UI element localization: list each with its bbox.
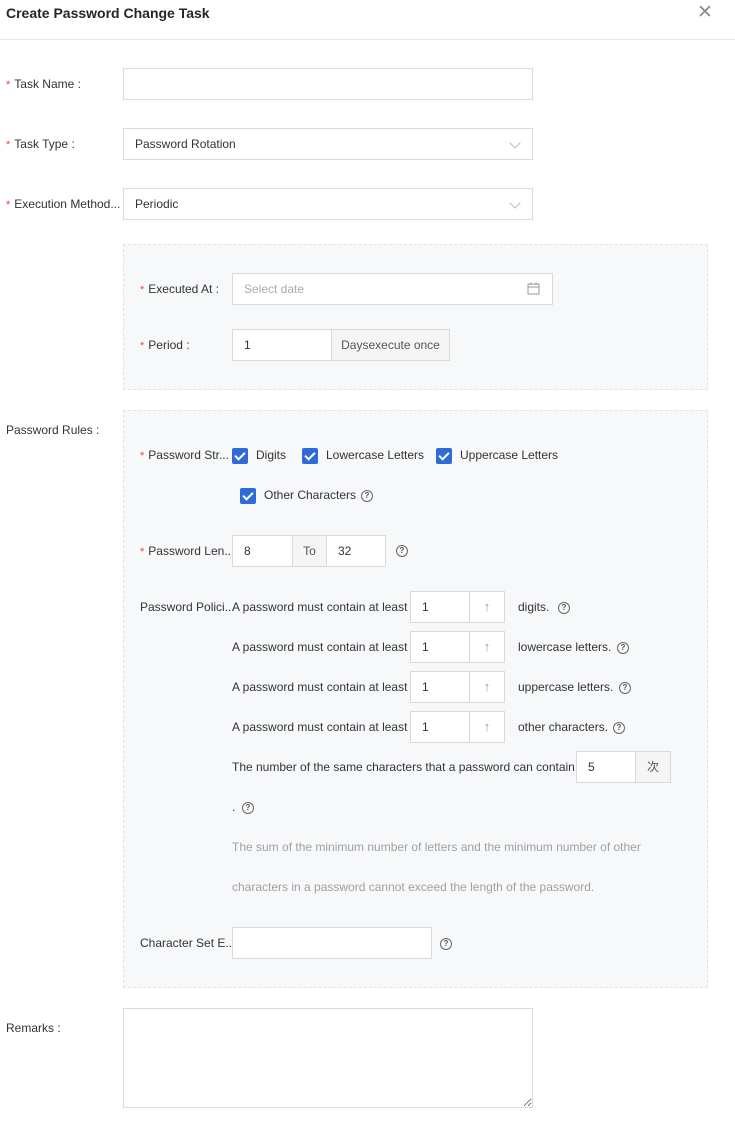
policy-prefix-text: A password must contain at least <box>232 680 408 694</box>
same-chars-period: . <box>232 800 236 814</box>
digits-checkbox[interactable] <box>232 448 248 464</box>
close-icon[interactable]: ✕ <box>697 3 713 22</box>
min-other-input[interactable]: 1 <box>410 711 470 743</box>
dialog-header: Create Password Change Task ✕ <box>0 0 735 40</box>
help-icon[interactable]: ? <box>619 682 631 694</box>
executed-at-label: * Executed At : <box>140 282 220 296</box>
help-icon[interactable]: ? <box>617 642 629 654</box>
policy-suffix-lowercase: lowercase letters. <box>518 640 612 654</box>
policy-prefix-text: A password must contain at least <box>232 720 408 734</box>
calendar-icon <box>527 282 540 295</box>
lowercase-checkbox[interactable] <box>302 448 318 464</box>
executed-at-datepicker[interactable]: Select date <box>232 273 553 305</box>
help-icon[interactable]: ? <box>613 722 625 734</box>
same-chars-unit: 次 <box>635 751 671 783</box>
required-mark: * <box>140 340 145 352</box>
min-lowercase-input[interactable]: 1 <box>410 631 470 663</box>
required-mark: * <box>140 450 145 462</box>
policy-hint-line-2: characters in a password cannot exceed t… <box>232 880 595 894</box>
execution-method-select[interactable]: Periodic <box>123 188 533 220</box>
period-input[interactable]: 1 <box>232 329 332 361</box>
lowercase-checkbox-label: Lowercase Letters <box>326 448 425 462</box>
dialog-title: Create Password Change Task <box>6 5 210 21</box>
same-chars-text: The number of the same characters that a… <box>232 760 579 774</box>
policy-suffix-other: other characters. <box>518 720 609 734</box>
period-label: * Period : <box>140 338 190 352</box>
other-chars-checkbox-label: Other Characters <box>264 488 357 502</box>
period-unit-addon: Daysexecute once <box>331 329 450 361</box>
uppercase-checkbox[interactable] <box>436 448 452 464</box>
execution-method-value: Periodic <box>135 197 179 211</box>
help-icon[interactable]: ? <box>440 938 452 950</box>
policy-hint-line-1: The sum of the minimum number of letters… <box>232 840 641 854</box>
arrow-up-icon[interactable]: ↑ <box>469 631 505 663</box>
min-digits-input[interactable]: 1 <box>410 591 470 623</box>
policy-prefix-text: A password must contain at least <box>232 600 408 614</box>
charset-label: Character Set E... <box>140 936 236 950</box>
password-policies-label: Password Polici... <box>140 600 235 614</box>
charset-input[interactable] <box>232 927 432 959</box>
help-icon[interactable]: ? <box>361 490 373 502</box>
policy-prefix-text: A password must contain at least <box>232 640 408 654</box>
chevron-down-icon <box>509 137 521 149</box>
arrow-up-icon[interactable]: ↑ <box>469 711 505 743</box>
task-type-select[interactable]: Password Rotation <box>123 128 533 160</box>
password-strength-label: * Password Str... <box>140 448 229 462</box>
required-mark: * <box>140 546 145 558</box>
arrow-up-icon[interactable]: ↑ <box>469 591 505 623</box>
length-max-input[interactable]: 32 <box>326 535 386 567</box>
required-mark: * <box>6 199 11 211</box>
policy-suffix-digits: digits. <box>518 600 550 614</box>
min-uppercase-input[interactable]: 1 <box>410 671 470 703</box>
task-type-label: * Task Type : <box>6 137 75 151</box>
length-to-addon: To <box>292 535 327 567</box>
remarks-label: Remarks : <box>6 1021 61 1035</box>
same-chars-input[interactable]: 5 <box>576 751 636 783</box>
chevron-down-icon <box>509 197 521 209</box>
execution-method-label: * Execution Method... <box>6 197 121 211</box>
digits-checkbox-label: Digits <box>256 448 287 462</box>
required-mark: * <box>6 79 11 91</box>
length-min-input[interactable]: 8 <box>232 535 293 567</box>
password-length-label: * Password Len... <box>140 544 235 558</box>
policy-suffix-uppercase: uppercase letters. <box>518 680 614 694</box>
other-chars-checkbox[interactable] <box>240 488 256 504</box>
help-icon[interactable]: ? <box>558 602 570 614</box>
task-type-value: Password Rotation <box>135 137 236 151</box>
task-name-input[interactable] <box>123 68 533 100</box>
schedule-panel <box>123 244 708 390</box>
help-icon[interactable]: ? <box>242 802 254 814</box>
executed-at-placeholder: Select date <box>244 282 305 296</box>
task-name-label: * Task Name : <box>6 77 81 91</box>
remarks-textarea[interactable] <box>123 1008 533 1108</box>
password-rules-label: Password Rules : <box>6 423 100 437</box>
uppercase-checkbox-label: Uppercase Letters <box>460 448 559 462</box>
arrow-up-icon[interactable]: ↑ <box>469 671 505 703</box>
help-icon[interactable]: ? <box>396 545 408 557</box>
required-mark: * <box>6 139 11 151</box>
required-mark: * <box>140 284 145 296</box>
